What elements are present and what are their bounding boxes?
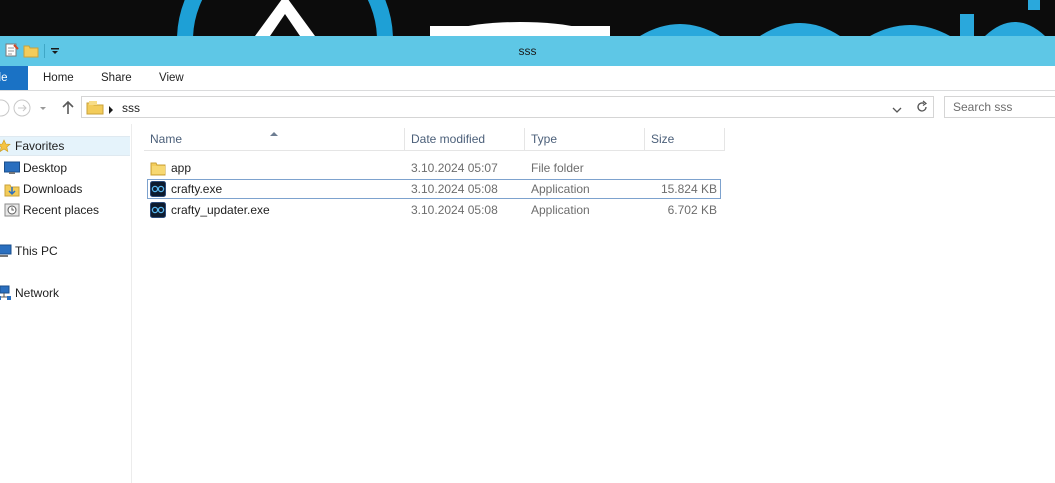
recent-places-icon (4, 202, 20, 218)
column-header-type[interactable]: Type (525, 128, 645, 150)
file-row[interactable]: crafty_updater.exe 3.10.2024 05:08 Appli… (147, 200, 721, 220)
computer-icon (0, 243, 12, 259)
breadcrumb[interactable]: sss (122, 101, 140, 115)
app-icon (150, 202, 166, 218)
nav-item-favorites[interactable]: Favorites (0, 136, 130, 156)
folder-icon (86, 99, 104, 118)
app-icon (150, 181, 166, 197)
nav-item-label: Favorites (15, 139, 65, 153)
file-date-modified: 3.10.2024 05:08 (411, 182, 498, 196)
tab-view[interactable]: View (159, 66, 184, 90)
tab-home[interactable]: Home (43, 66, 74, 90)
tab-share[interactable]: Share (101, 66, 132, 90)
back-button[interactable] (0, 99, 10, 117)
ribbon-tabs: ile Home Share View (0, 66, 1055, 91)
nav-item-label: Recent places (23, 203, 100, 217)
recent-locations-button[interactable] (38, 99, 48, 117)
file-name: app (171, 161, 192, 175)
file-size: 6.702 KB (667, 203, 717, 217)
nav-item-this-pc[interactable]: This PC (0, 241, 58, 261)
refresh-icon[interactable] (915, 100, 929, 117)
window-title: sss (518, 44, 537, 58)
column-header-name[interactable]: Name (144, 128, 405, 150)
nav-item-downloads[interactable]: Downloads (4, 179, 82, 199)
tab-file-label: ile (0, 72, 8, 84)
network-icon (0, 285, 12, 301)
file-date-modified: 3.10.2024 05:07 (411, 161, 498, 175)
file-name: crafty_updater.exe (171, 203, 270, 217)
desktop-icon (4, 160, 20, 176)
file-row-selected[interactable]: crafty.exe 3.10.2024 05:08 Application 1… (147, 179, 721, 199)
nav-item-recent-places[interactable]: Recent places (4, 200, 99, 220)
file-type: File folder (531, 161, 584, 175)
chevron-down-icon[interactable] (892, 103, 902, 117)
nav-item-desktop[interactable]: Desktop (4, 158, 67, 178)
file-row[interactable]: app 3.10.2024 05:07 File folder (147, 158, 721, 178)
nav-item-label: Network (15, 286, 60, 300)
forward-button[interactable] (13, 99, 31, 117)
file-type: Application (531, 182, 590, 196)
nav-item-label: This PC (15, 244, 58, 258)
column-header-size[interactable]: Size (645, 128, 725, 150)
up-button[interactable] (59, 99, 77, 117)
chevron-right-icon[interactable] (108, 103, 114, 117)
desktop-wallpaper (0, 0, 1055, 36)
search-input[interactable] (953, 98, 1053, 116)
star-icon (0, 138, 12, 154)
tab-file[interactable]: ile (0, 66, 28, 90)
file-size: 15.824 KB (660, 182, 717, 196)
downloads-folder-icon (4, 181, 20, 197)
file-date-modified: 3.10.2024 05:08 (411, 203, 498, 217)
file-type: Application (531, 203, 590, 217)
wallpaper-logo-graphic (177, 0, 1045, 36)
nav-item-label: Downloads (23, 182, 83, 196)
title-bar[interactable]: sss (0, 36, 1055, 66)
column-header-date-modified[interactable]: Date modified (405, 128, 525, 150)
column-header-divider (144, 150, 725, 151)
nav-item-label: Desktop (23, 161, 68, 175)
navigation-pane: Favorites Desktop Downloads Recent place… (0, 124, 132, 483)
file-name: crafty.exe (171, 182, 223, 196)
address-bar[interactable]: sss (81, 96, 934, 118)
folder-icon (150, 160, 166, 176)
search-box[interactable] (944, 96, 1055, 118)
nav-item-network[interactable]: Network (0, 283, 59, 303)
